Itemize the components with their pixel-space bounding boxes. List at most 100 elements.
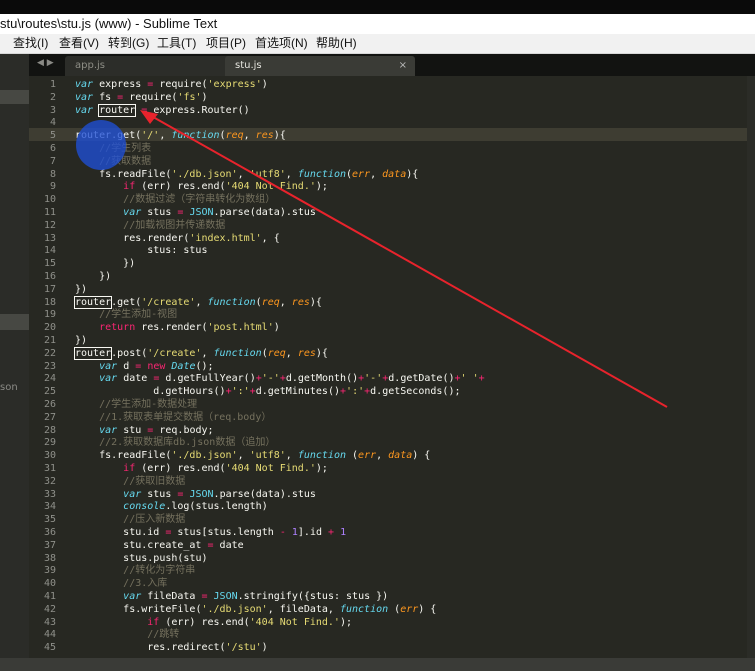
status-bar: [0, 658, 755, 671]
code-line[interactable]: var express = require('express'): [75, 79, 268, 92]
code-line[interactable]: router.post('/create', function(req, res…: [73, 346, 328, 361]
line-number: 4: [49, 117, 56, 129]
code-line[interactable]: return res.render('post.html'): [75, 322, 280, 335]
line-number: 17: [43, 283, 56, 295]
code-line[interactable]: //学生添加-视图: [75, 309, 177, 322]
tab-stu-js[interactable]: stu.js ×: [225, 56, 415, 76]
code-line[interactable]: res.render('index.html', {: [75, 233, 280, 246]
line-number: 23: [43, 360, 56, 372]
line-number: 45: [43, 642, 56, 654]
menu-project[interactable]: 项目(P): [206, 34, 246, 53]
code-line[interactable]: }): [75, 284, 87, 297]
code-line[interactable]: //加载视图并传递数据: [75, 220, 225, 233]
code-line[interactable]: d.getHours()+':'+d.getMinutes()+':'+d.ge…: [75, 386, 460, 399]
code-line[interactable]: stus: stus: [75, 245, 207, 258]
code-editor[interactable]: 1 2 3 4 5 6 7 8 9 10 11 12 13 14 15 16 17 18 19 20 21 22 23 24 2…: [29, 76, 755, 658]
line-number: 34: [43, 501, 56, 513]
line-number: 36: [43, 527, 56, 538]
tab-bar: ◀ ▶ app.js × stu.js ×: [29, 54, 755, 76]
menu-tools[interactable]: 工具(T): [157, 34, 196, 53]
line-number: 2: [49, 91, 56, 103]
line-number: 27: [43, 411, 56, 423]
line-number-gutter: 1 2 3 4 5 6 7 8 9 10 11 12 13 14 15 16 17 18 19 20 21 22 23 24 2…: [29, 76, 69, 658]
code-line[interactable]: var stu = req.body;: [75, 425, 213, 438]
code-line[interactable]: //压入新数据: [75, 514, 185, 527]
code-line[interactable]: stu.id = stus[stus.length - 1].id + 1: [75, 527, 346, 540]
sidebar-file-label[interactable]: son: [0, 382, 18, 393]
line-number: 13: [43, 232, 56, 244]
code-line[interactable]: router.get('/', function(req, res){: [75, 130, 286, 143]
code-line[interactable]: fs.writeFile('./db.json', fileData, func…: [75, 604, 436, 617]
line-number: 16: [43, 271, 56, 282]
code-line[interactable]: console.log(stus.length): [75, 501, 268, 514]
menu-help[interactable]: 帮助(H): [316, 34, 357, 53]
code-line[interactable]: var d = new Date();: [75, 361, 213, 374]
window-title: stu\routes\stu.js (www) - Sublime Text: [0, 16, 218, 31]
code-line[interactable]: //3.入库: [75, 578, 167, 591]
line-number: 10: [43, 194, 56, 206]
code-line[interactable]: }): [75, 258, 135, 271]
line-number: 11: [43, 207, 56, 218]
menu-view[interactable]: 查看(V): [59, 34, 99, 53]
line-number: 7: [49, 155, 56, 167]
line-number: 5: [49, 130, 56, 142]
line-number: 43: [43, 616, 56, 628]
code-line[interactable]: fs.readFile('./db.json', 'utf8', functio…: [75, 450, 430, 463]
code-line[interactable]: //转化为字符串: [75, 565, 195, 578]
code-line[interactable]: //2.获取数据库db.json数据（追加）: [75, 437, 275, 450]
code-line[interactable]: if (err) res.end('404 Not Find.');: [75, 617, 352, 630]
code-line[interactable]: if (err) res.end('404 Not Find.');: [75, 181, 328, 194]
line-number: 32: [43, 475, 56, 487]
window-title-bar: stu\routes\stu.js (www) - Sublime Text: [0, 14, 755, 34]
sidebar-selected-item[interactable]: [0, 90, 29, 104]
code-line[interactable]: }): [75, 271, 111, 284]
code-line[interactable]: stus.push(stu): [75, 553, 207, 566]
line-number: 18: [43, 296, 56, 308]
line-number: 44: [43, 629, 56, 641]
code-line[interactable]: //学生添加-数据处理: [75, 399, 197, 412]
line-number: 24: [43, 373, 56, 385]
code-line[interactable]: //学生列表: [75, 143, 151, 156]
sidebar-selected-item-2[interactable]: [0, 314, 29, 330]
code-line[interactable]: var fileData = JSON.stringify({stus: stu…: [75, 591, 388, 604]
file-sidebar: son: [0, 54, 29, 658]
line-number: 26: [43, 399, 56, 410]
code-line[interactable]: var fs = require('fs'): [75, 92, 208, 105]
code-line[interactable]: fs.readFile('./db.json', 'utf8', functio…: [75, 169, 418, 182]
code-line[interactable]: //数据过滤（字符串转化为数组）: [75, 194, 275, 207]
code-line[interactable]: var date = d.getFullYear()+'-'+d.getMont…: [75, 373, 485, 386]
line-number: 20: [43, 322, 56, 334]
code-line[interactable]: //获取旧数据: [75, 476, 185, 489]
code-line[interactable]: //1.获取表单提交数据（req.body）: [75, 412, 271, 425]
tab-app-js[interactable]: app.js ×: [65, 56, 251, 76]
code-line[interactable]: stu.create_at = date: [75, 540, 243, 553]
tab-label: app.js: [75, 60, 105, 71]
line-number: 12: [43, 219, 56, 231]
tab-nav-arrows[interactable]: ◀ ▶: [37, 58, 54, 68]
line-number: 33: [43, 488, 56, 500]
line-number: 25: [43, 386, 56, 398]
menu-find[interactable]: 查找(I): [13, 34, 48, 53]
line-number: 3: [49, 104, 56, 116]
line-number: 14: [43, 245, 56, 257]
code-line[interactable]: }): [75, 335, 87, 348]
line-number: 6: [49, 143, 56, 154]
line-number: 22: [43, 347, 56, 359]
code-line[interactable]: router.get('/create', function(req, res)…: [73, 295, 322, 310]
menu-goto[interactable]: 转到(G): [108, 34, 149, 53]
code-line[interactable]: var stus = JSON.parse(data).stus: [75, 207, 316, 220]
code-line[interactable]: if (err) res.end('404 Not Find.');: [75, 463, 328, 476]
line-number: 37: [43, 539, 56, 551]
line-number: 28: [43, 424, 56, 436]
line-number: 1: [49, 79, 56, 90]
code-line[interactable]: res.redirect('/stu'): [75, 642, 267, 655]
code-line[interactable]: var stus = JSON.parse(data).stus: [75, 489, 316, 502]
code-line[interactable]: //跳转: [75, 629, 179, 642]
close-icon[interactable]: ×: [399, 56, 407, 76]
line-number: 19: [43, 309, 56, 321]
vertical-scrollbar[interactable]: [747, 76, 755, 658]
line-number: 21: [43, 335, 56, 346]
menu-preferences[interactable]: 首选项(N): [255, 34, 308, 53]
code-line[interactable]: var router = express.Router(): [75, 103, 250, 118]
code-line[interactable]: //获取数据: [75, 156, 151, 169]
